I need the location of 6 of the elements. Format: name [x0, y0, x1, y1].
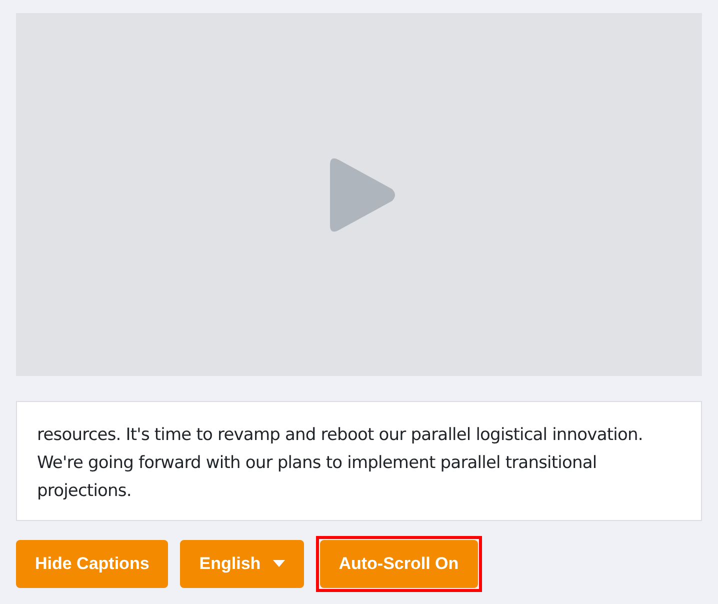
- video-player[interactable]: [16, 13, 702, 376]
- caption-text: resources. It's time to revamp and reboot our parallel logistical innovation. We're going forward with our plans to implement parallel transitional projections.: [37, 424, 644, 503]
- language-dropdown[interactable]: English: [180, 540, 304, 588]
- caret-icon: [272, 560, 285, 568]
- caption-button[interactable]: Hide Captions: [16, 540, 168, 588]
- caption-button[interactable]: Auto-Scroll On: [320, 540, 478, 588]
